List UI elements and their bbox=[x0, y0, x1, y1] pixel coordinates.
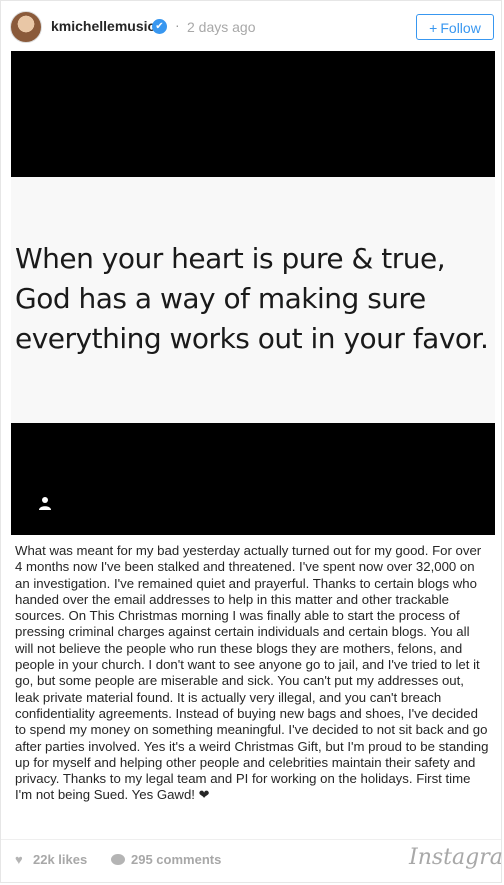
username-link[interactable]: kmichellemusic bbox=[51, 18, 155, 34]
quote-line: When your heart is pure & true, bbox=[15, 242, 446, 275]
plus-icon: + bbox=[429, 20, 438, 36]
likes-label: 22k likes bbox=[33, 852, 88, 867]
avatar[interactable] bbox=[10, 11, 42, 43]
media-black-band-top bbox=[11, 51, 495, 177]
follow-label: Follow bbox=[440, 20, 481, 36]
user-tag-icon[interactable] bbox=[39, 496, 51, 510]
post-timestamp[interactable]: 2 days ago bbox=[187, 19, 256, 35]
comment-bubble-icon bbox=[111, 854, 125, 865]
footer-divider bbox=[1, 839, 501, 840]
quote-image: When your heart is pure & true, God has … bbox=[11, 177, 495, 424]
media-black-band-bottom bbox=[11, 423, 495, 535]
likes-count[interactable]: ♥ 22k likes bbox=[15, 852, 87, 867]
post-header: kmichellemusic ✔ · 2 days ago + Follow bbox=[1, 1, 501, 51]
instagram-logo[interactable]: Instagram bbox=[409, 845, 504, 870]
post-media[interactable]: When your heart is pure & true, God has … bbox=[11, 51, 495, 535]
quote-line: everything works out in your favor. bbox=[15, 322, 489, 355]
follow-button[interactable]: + Follow bbox=[416, 14, 494, 40]
comments-label: 295 comments bbox=[131, 852, 222, 867]
quote-text: When your heart is pure & true, God has … bbox=[15, 239, 495, 359]
comments-count[interactable]: 295 comments bbox=[111, 852, 221, 867]
instagram-embed-card: kmichellemusic ✔ · 2 days ago + Follow Wh… bbox=[0, 0, 504, 883]
quote-line: God has a way of making sure bbox=[15, 282, 426, 315]
separator-dot: · bbox=[175, 17, 180, 33]
verified-badge-icon: ✔ bbox=[152, 19, 167, 34]
heart-icon: ♥ bbox=[15, 852, 23, 867]
post-caption: What was meant for my bad yesterday actu… bbox=[15, 543, 489, 803]
